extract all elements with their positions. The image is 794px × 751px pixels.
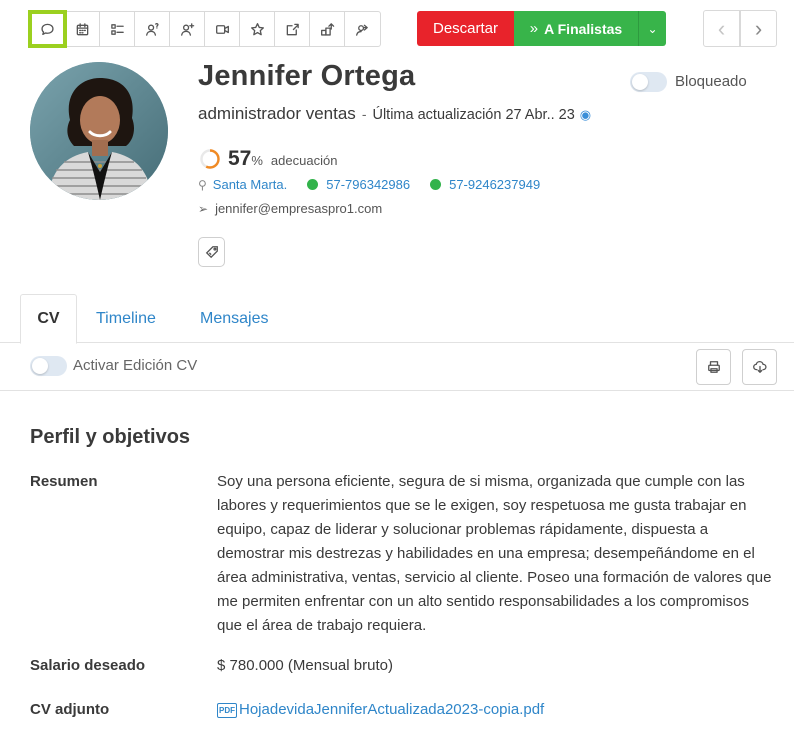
edit-icon[interactable]: [275, 12, 310, 46]
whatsapp-icon: [307, 179, 319, 190]
tab-timeline[interactable]: Timeline: [96, 294, 156, 343]
avatar: [30, 62, 168, 200]
candidate-name: Jennifer Ortega: [198, 60, 416, 92]
whatsapp-phone-2[interactable]: 57-9246237949: [430, 177, 540, 192]
city: Santa Marta.: [212, 177, 288, 192]
role-separator: -: [361, 106, 367, 122]
add-tag-button[interactable]: [198, 237, 225, 267]
salary-value: $ 780.000 (Mensual bruto): [217, 657, 393, 674]
send-icon: ➢: [198, 201, 209, 216]
eye-refresh-icon[interactable]: ◉: [580, 107, 591, 122]
previous-candidate-button[interactable]: ‹: [703, 10, 740, 47]
download-button[interactable]: [742, 349, 777, 385]
email-row: ➢ jennifer@empresaspro1.com: [198, 201, 382, 216]
user-question-icon[interactable]: [135, 12, 170, 46]
edit-cv-toggle[interactable]: [30, 356, 67, 376]
salary-label: Salario deseado: [30, 657, 146, 674]
cv-attachment-label: CV adjunto: [30, 701, 110, 718]
location-pin-icon: ⚲: [198, 177, 207, 192]
candidate-role: administrador ventas: [198, 104, 356, 123]
cv-attachment-name[interactable]: HojadevidaJenniferActualizada2023-copia.…: [239, 698, 544, 722]
whatsapp-phone-1[interactable]: 57-796342986: [307, 177, 410, 192]
summary-label: Resumen: [30, 473, 98, 490]
match-score: 57 % adecuación: [199, 143, 337, 171]
blocked-toggle[interactable]: [630, 72, 667, 92]
star-icon[interactable]: [240, 12, 275, 46]
match-percent-sign: %: [251, 153, 263, 168]
match-label: adecuación: [270, 153, 338, 168]
calendar-icon[interactable]: [65, 12, 100, 46]
role-line: administrador ventas - Última actualizació…: [198, 104, 591, 124]
chevron-down-icon[interactable]: ⌄: [638, 11, 666, 46]
match-value: 57: [228, 147, 252, 170]
tab-messages[interactable]: Mensajes: [200, 294, 268, 343]
match-ring-icon: [200, 149, 220, 169]
user-share-icon[interactable]: [345, 12, 380, 46]
cv-attachment-link[interactable]: PDF HojadevidaJenniferActualizada2023-co…: [217, 698, 544, 722]
action-toolbar: [28, 10, 381, 48]
phone-2[interactable]: 57-9246237949: [449, 177, 540, 192]
tab-cv[interactable]: CV: [20, 294, 77, 344]
whatsapp-icon: [430, 179, 442, 190]
finalists-label: A Finalistas: [544, 20, 623, 37]
last-updated: Última actualización 27 Abr.. 23: [372, 107, 575, 123]
cloud-download-icon: [752, 361, 767, 373]
pdf-file-icon: PDF: [217, 702, 237, 718]
checklist-icon[interactable]: [100, 12, 135, 46]
transfer-icon[interactable]: [310, 12, 345, 46]
move-to-finalists-button[interactable]: » A Finalistas: [514, 11, 638, 46]
edit-cv-label: Activar Edición CV: [73, 357, 198, 374]
location: ⚲ Santa Marta.: [198, 177, 287, 192]
video-icon[interactable]: [205, 12, 240, 46]
summary-text: Soy una persona eficiente, segura de si …: [217, 473, 772, 634]
profile-objectives-title: Perfil y objetivos: [30, 426, 191, 448]
phone-1[interactable]: 57-796342986: [326, 177, 410, 192]
email[interactable]: jennifer@empresaspro1.com: [215, 201, 382, 216]
print-button[interactable]: [696, 349, 731, 385]
section-divider: [0, 390, 794, 391]
blocked-label: Bloqueado: [675, 73, 747, 90]
contact-info: ⚲ Santa Marta. 57-796342986 57-924623794…: [198, 177, 560, 192]
tag-icon: [205, 246, 218, 259]
discard-button[interactable]: Descartar: [417, 11, 514, 46]
next-candidate-button[interactable]: ›: [740, 10, 777, 47]
double-chevron-right-icon: »: [529, 20, 539, 37]
profile-tabs: CV Timeline Mensajes: [0, 294, 794, 344]
chat-icon[interactable]: [28, 10, 67, 48]
printer-icon: [707, 361, 720, 373]
user-add-icon[interactable]: [170, 12, 205, 46]
